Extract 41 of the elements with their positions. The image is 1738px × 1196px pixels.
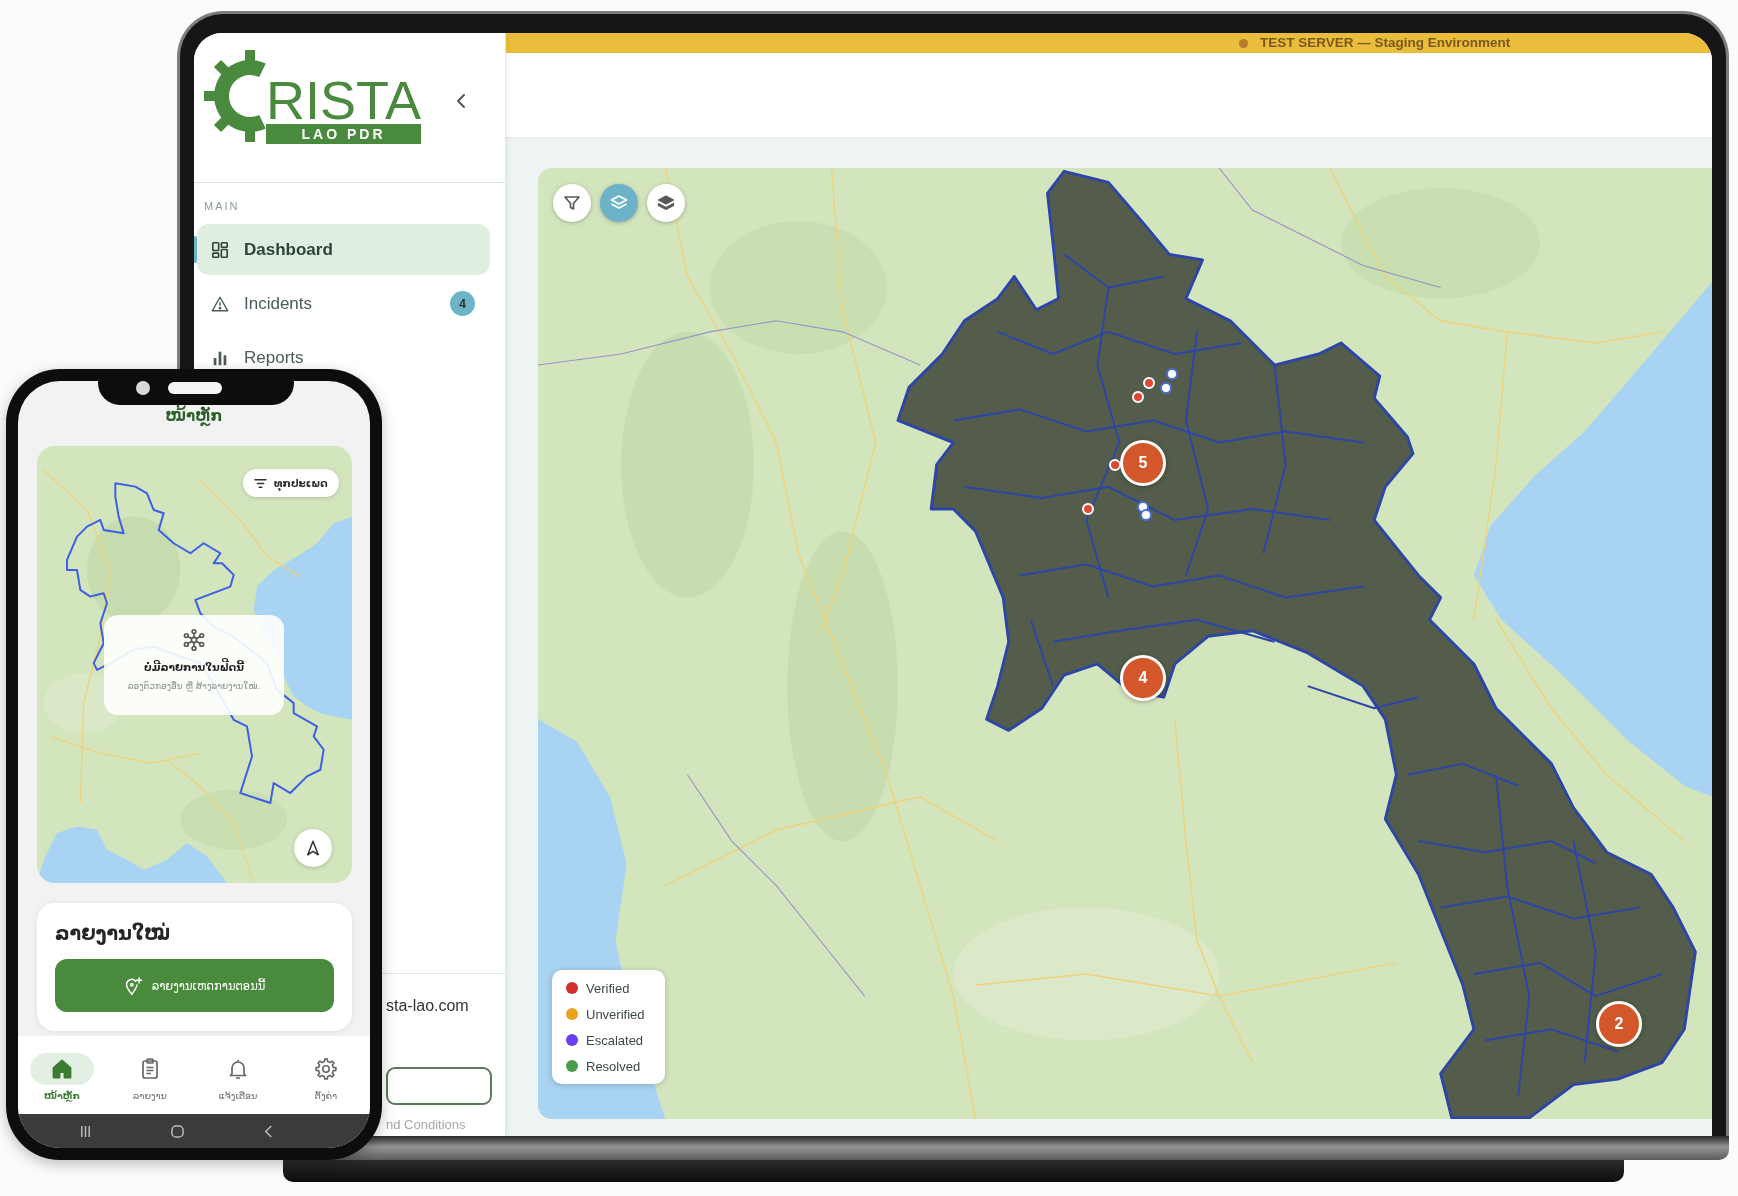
contact-email: sta-lao.com [386,996,469,1016]
nav-tab[interactable]: ລາຍງານ [106,1036,194,1114]
sidebar-item[interactable]: Incidents 4 [197,291,490,316]
nav-tab[interactable]: ແຈ້ງເຕືອນ [194,1036,282,1114]
filter-icon [562,193,582,213]
screen-title: ໜ້າຫຼັກ [165,406,223,426]
report-button[interactable]: ລາຍງານເຫດການຕອນນີ້ [55,959,334,1012]
filter-chip[interactable]: ທຸກປະເພດ [243,469,339,497]
legend-label: Unverified [586,1006,645,1022]
nav-tab[interactable]: ໜ້າຫຼັກ [18,1036,106,1114]
nav-tab[interactable]: ຕັ້ງຄ່າ [282,1036,370,1114]
camera-icon [136,381,150,395]
section-label: MAIN [204,200,240,213]
legend-label: Resolved [586,1058,641,1074]
banner-text: TEST SERVER — Staging Environment [1260,35,1511,51]
home-button-icon[interactable] [171,1125,184,1138]
logo-tagline: LAO PDR [266,124,421,144]
home-icon [30,1053,94,1085]
pin-plus-icon [123,976,143,995]
card-title: ລາຍງານໃໝ່ [55,921,171,945]
logo-wordmark: RISTA [266,76,421,124]
settings-icon [314,1057,338,1081]
footer-button[interactable] [386,1067,492,1105]
count-badge: 4 [450,291,475,316]
layers-icon [656,193,676,213]
filter-lines-icon [254,477,267,489]
status-dot-icon [1239,38,1248,48]
speaker-icon [168,382,222,394]
recent-apps-icon[interactable] [79,1125,92,1138]
active-indicator [194,236,197,263]
warning-icon [211,294,229,313]
sidebar-item[interactable]: Reports [197,347,490,368]
legend-label: Verified [586,980,630,996]
back-icon[interactable] [262,1125,275,1138]
network-icon [182,628,206,652]
empty-state-title: ບໍ່ມີລາຍການໃນຟີດນີ້ [144,660,244,674]
navigation-arrow-icon [304,839,322,857]
sidebar-item[interactable]: Dashboard [197,224,490,275]
legend-label: Escalated [586,1032,644,1048]
empty-state-message: ລອງຕົວກອງອື່ນ ຫຼື ສ້າງລາຍງານໃໝ່. [127,680,261,692]
grid-icon [211,240,229,259]
